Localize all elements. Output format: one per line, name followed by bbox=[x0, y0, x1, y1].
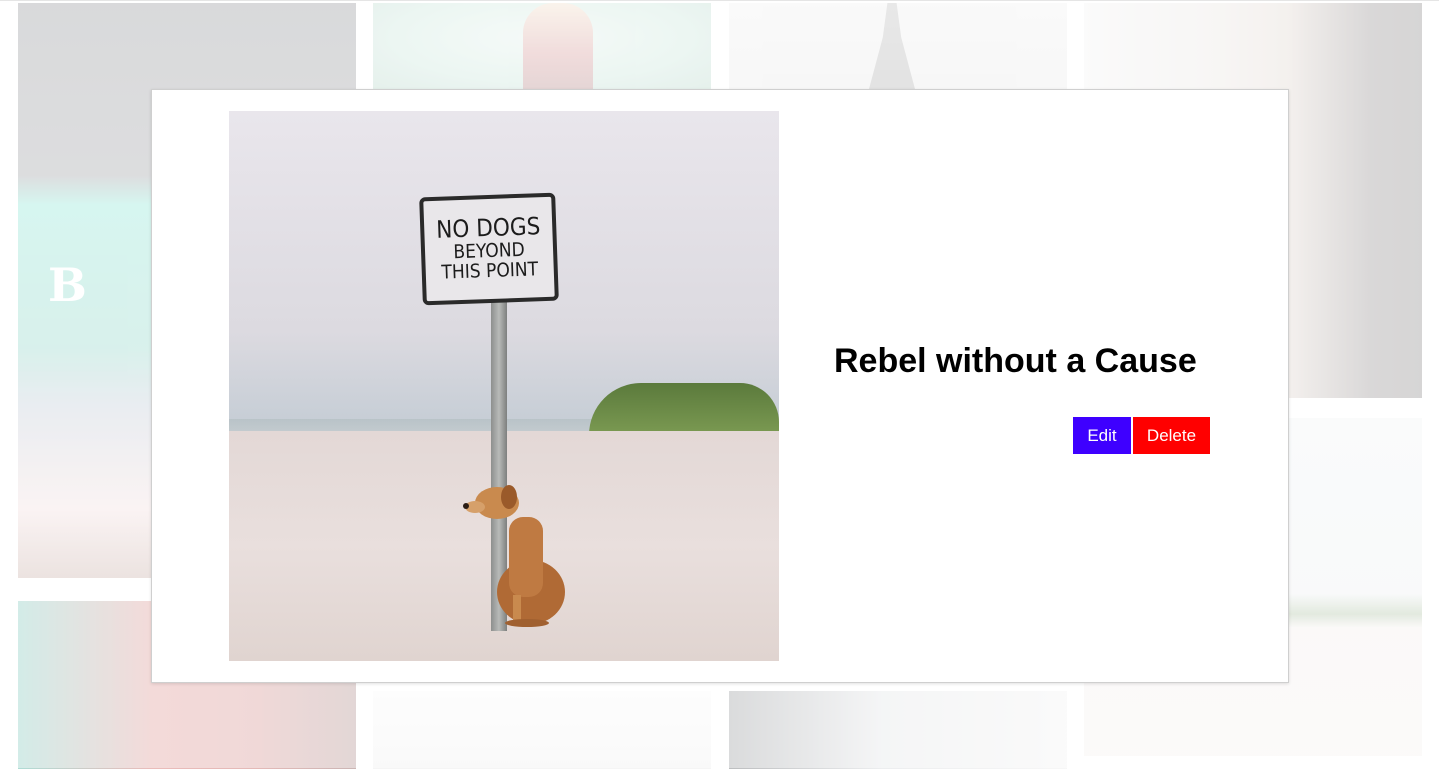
dog-ear bbox=[501, 485, 517, 509]
edit-button[interactable]: Edit bbox=[1073, 417, 1131, 454]
trees bbox=[589, 383, 779, 435]
photo-image: NO DOGS BEYOND THIS POINT bbox=[229, 111, 779, 661]
sign-board: NO DOGS BEYOND THIS POINT bbox=[419, 192, 559, 306]
photo-title: Rebel without a Cause bbox=[834, 342, 1197, 380]
dog-illustration bbox=[463, 485, 565, 627]
dog-leg bbox=[513, 595, 521, 623]
dog-nose bbox=[463, 503, 469, 509]
delete-button[interactable]: Delete bbox=[1133, 417, 1210, 454]
dog-tail bbox=[505, 619, 549, 627]
photo-detail-modal: NO DOGS BEYOND THIS POINT Rebel without … bbox=[151, 89, 1289, 683]
dog-chest bbox=[509, 517, 543, 597]
sign-line-3: THIS POINT bbox=[441, 257, 539, 284]
